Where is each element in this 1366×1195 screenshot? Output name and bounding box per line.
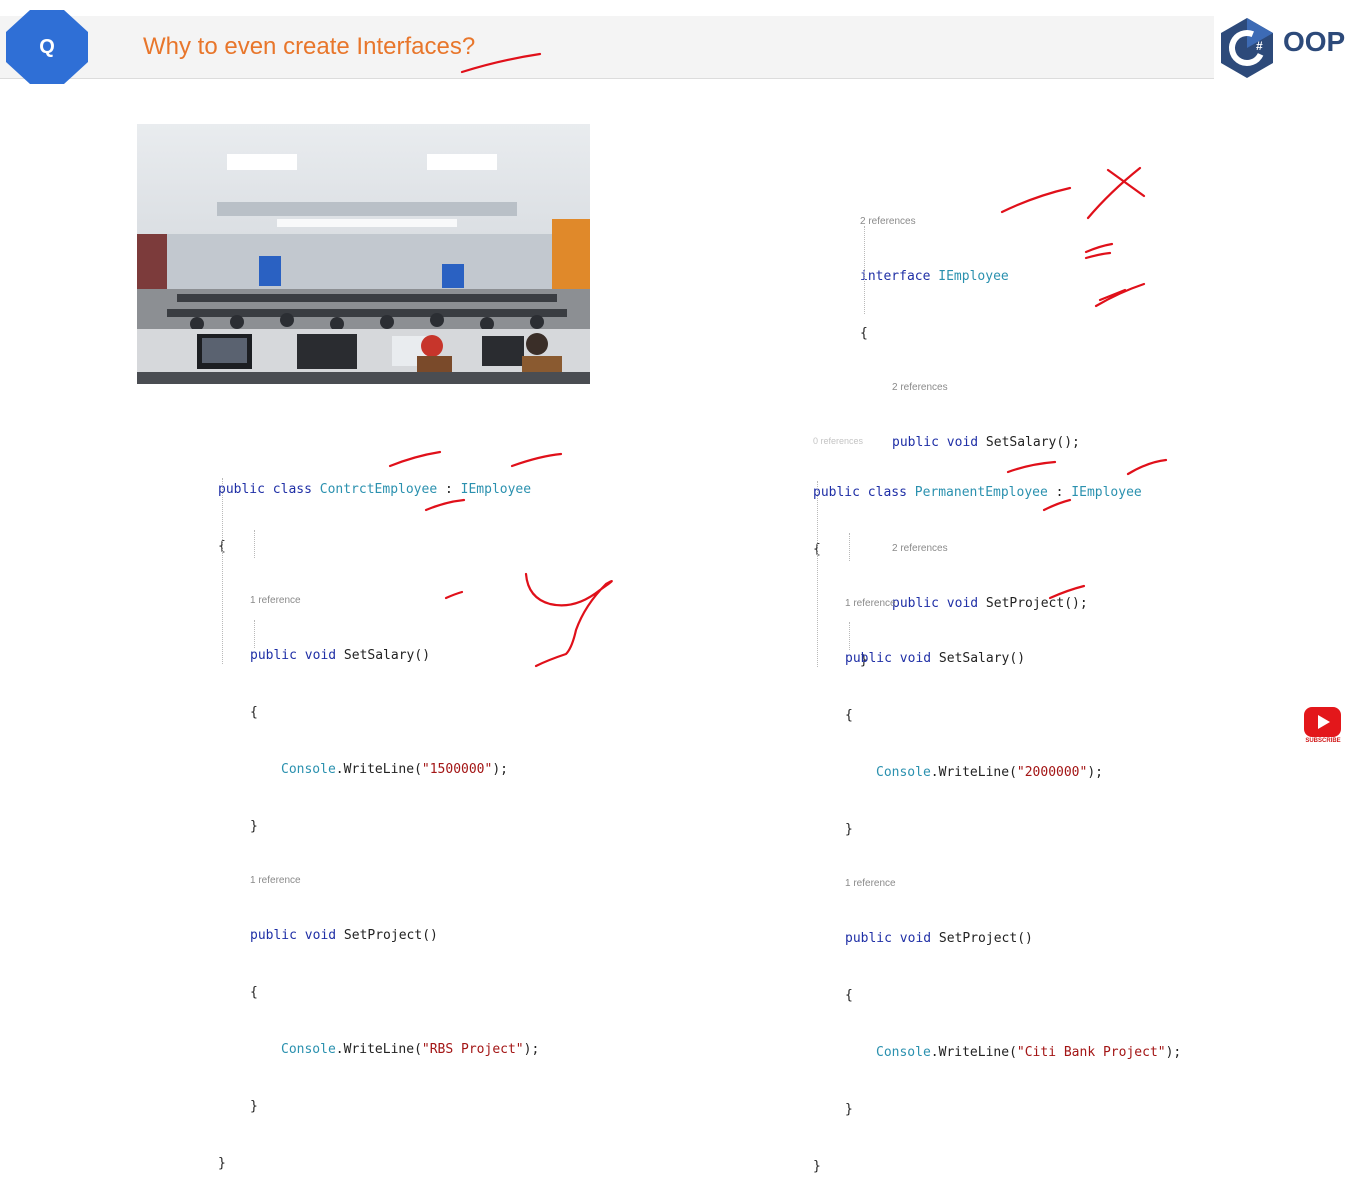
open-brace: { — [250, 985, 258, 1000]
interface-declaration: interface IEmployee — [860, 267, 1056, 286]
console-class: Console — [281, 1042, 336, 1057]
method-name: SetSalary() — [938, 651, 1026, 666]
interface-name: IEmployee — [460, 482, 532, 497]
type-name: IEmployee — [938, 269, 1009, 284]
open-brace: { — [845, 988, 853, 1003]
method-setsalary: public void SetSalary() — [845, 649, 1174, 668]
svg-text:#: # — [1256, 39, 1263, 53]
ink-cross-mark — [1086, 166, 1146, 220]
close-brace: } — [250, 1099, 258, 1114]
console-writeline: Console.WriteLine("1500000"); — [281, 760, 594, 779]
indent-guide — [849, 533, 850, 561]
console-class: Console — [876, 1045, 931, 1060]
open-brace: { — [845, 708, 853, 723]
indent-guide — [849, 622, 850, 650]
console-writeline: Console.WriteLine("Citi Bank Project"); — [876, 1043, 1205, 1062]
keyword: public void — [845, 651, 932, 666]
reference-count: 1 reference — [845, 598, 896, 609]
call-end: ); — [1165, 1045, 1182, 1060]
keyword: public void — [250, 928, 337, 943]
call-end: ); — [1087, 765, 1103, 780]
open-brace: { — [813, 542, 821, 557]
reference-count: 1 reference — [250, 595, 301, 606]
close-brace: } — [250, 819, 258, 834]
separator: : — [1047, 485, 1072, 500]
class-name: PermanentEmployee — [914, 485, 1048, 500]
call: .WriteLine( — [930, 1045, 1017, 1060]
call-end: ); — [523, 1042, 540, 1057]
string-literal: "2000000" — [1016, 765, 1088, 780]
open-brace: { — [218, 539, 226, 554]
keyword: interface — [860, 269, 931, 284]
class-name: ContrctEmployee — [319, 482, 438, 497]
console-class: Console — [876, 765, 931, 780]
brand-text: OOP — [1283, 26, 1346, 57]
string-literal: "RBS Project" — [421, 1042, 524, 1057]
ink-mark-setproject — [1094, 282, 1146, 308]
indent-guide — [254, 530, 255, 558]
reference-count: 1 reference — [845, 878, 896, 889]
reference-count: 1 reference — [250, 875, 301, 886]
badge-letter: Q — [39, 35, 55, 58]
reference-count: 2 references — [860, 216, 916, 227]
keyword: public void — [845, 931, 932, 946]
method-setsalary: public void SetSalary() — [250, 646, 563, 665]
console-class: Console — [281, 762, 336, 777]
slide-title: Why to even create Interfaces? — [143, 33, 476, 60]
class-declaration: public class ContrctEmployee : IEmployee — [218, 480, 531, 499]
method-name: SetProject() — [938, 931, 1033, 946]
string-literal: "Citi Bank Project" — [1016, 1045, 1166, 1060]
reference-count: 2 references — [892, 382, 948, 393]
keyword: public void — [250, 648, 337, 663]
console-writeline: Console.WriteLine("2000000"); — [876, 763, 1205, 782]
indent-guide — [864, 226, 865, 314]
console-writeline: Console.WriteLine("RBS Project"); — [281, 1040, 594, 1059]
close-brace: } — [845, 822, 853, 837]
separator: : — [437, 482, 461, 497]
close-brace: } — [813, 1159, 821, 1174]
interface-name: IEmployee — [1071, 485, 1142, 500]
subscribe-label[interactable]: SUBSCRIBE — [1298, 738, 1348, 744]
indent-guide — [254, 620, 255, 648]
close-brace: } — [218, 1156, 226, 1171]
indent-guide — [222, 478, 223, 664]
keyword: public class — [813, 485, 907, 500]
keyword: public class — [218, 482, 312, 497]
open-brace: { — [860, 326, 868, 341]
call: .WriteLine( — [335, 1042, 422, 1057]
contract-employee-code-block: public class ContrctEmployee : IEmployee… — [218, 442, 539, 1192]
q-badge-icon: Q — [4, 8, 90, 86]
method-setproject: public void SetProject() — [845, 929, 1174, 948]
indent-guide — [817, 481, 818, 667]
ink-mark-setsalary — [1084, 242, 1114, 260]
class-declaration: public class PermanentEmployee : IEmploy… — [813, 483, 1142, 502]
call: .WriteLine( — [930, 765, 1017, 780]
string-literal: "1500000" — [421, 762, 493, 777]
office-photo-image — [137, 124, 590, 384]
permanent-employee-code-block: public class PermanentEmployee : IEmploy… — [813, 445, 1181, 1195]
method-setproject: public void SetProject() — [250, 926, 563, 945]
open-brace: { — [250, 705, 258, 720]
call: .WriteLine( — [335, 762, 422, 777]
method-name: SetProject() — [343, 928, 438, 943]
method-name: SetSalary() — [343, 648, 431, 663]
close-brace: } — [845, 1102, 853, 1117]
call-end: ); — [492, 762, 508, 777]
